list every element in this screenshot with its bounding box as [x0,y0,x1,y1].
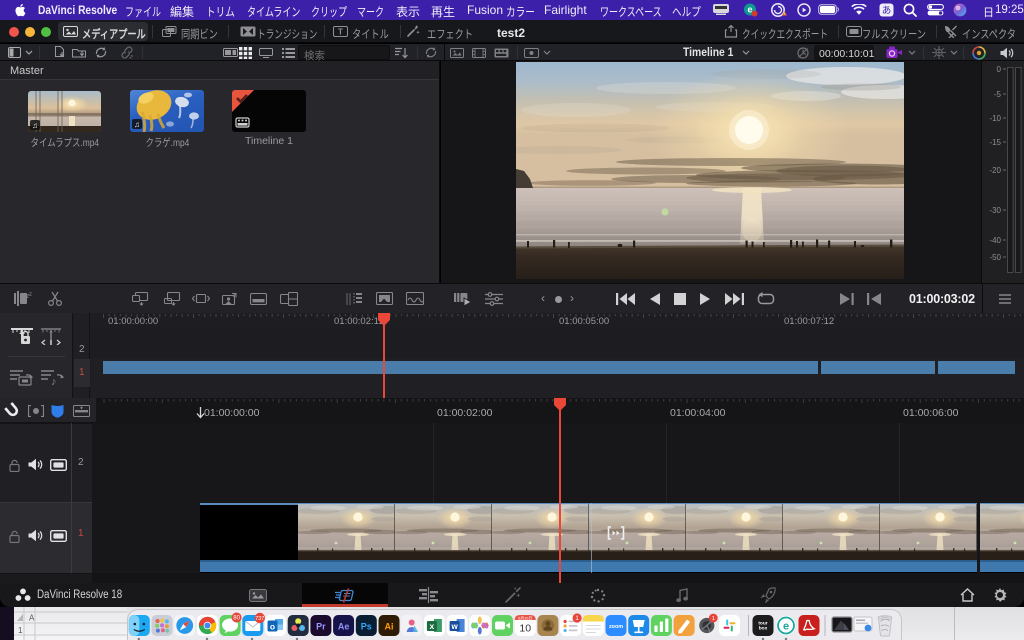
svg-text:737: 737 [255,616,264,622]
svg-text:01:00:02:00: 01:00:02:00 [437,407,493,419]
svg-text:01:00:05:00: 01:00:05:00 [559,316,609,327]
svg-text:Ai: Ai [385,622,394,632]
svg-text:!: ! [784,11,785,16]
svg-text:Pr: Pr [316,622,326,632]
svg-text:T: T [338,28,343,37]
svg-text:w: w [450,622,458,631]
svg-text:Ae: Ae [338,622,350,632]
svg-text:z: z [29,292,32,298]
svg-text:♫: ♫ [32,121,38,130]
svg-text:e: e [783,621,789,633]
svg-text:-50: -50 [989,253,1001,262]
svg-text:Ps: Ps [361,622,372,632]
svg-text:A: A [29,614,35,623]
svg-text:6月10日: 6月10日 [518,615,532,620]
svg-text:あ: あ [882,6,892,17]
svg-text:-40: -40 [989,236,1001,245]
svg-text:10: 10 [519,623,531,635]
svg-text:zoom: zoom [609,624,623,630]
svg-text:-30: -30 [989,206,1001,215]
svg-text:♫: ♫ [134,120,140,129]
svg-text:-10: -10 [989,114,1001,123]
svg-text:box: box [759,626,768,632]
svg-text:-5: -5 [994,90,1002,99]
svg-text:80: 80 [233,616,240,622]
svg-text:01:00:04:00: 01:00:04:00 [670,407,726,419]
svg-text:01:00:06:00: 01:00:06:00 [903,407,959,419]
svg-text:x: x [430,621,435,631]
svg-text:-20: -20 [989,166,1001,175]
svg-text:01:00:00:00: 01:00:00:00 [204,407,260,419]
svg-text:1: 1 [18,626,23,635]
svg-text:♪: ♪ [51,376,57,386]
svg-text:1: 1 [712,616,715,622]
svg-text:o: o [270,622,275,632]
svg-text:01:00:02:12: 01:00:02:12 [334,316,384,327]
svg-text:01:00:00:00: 01:00:00:00 [108,316,158,327]
svg-text:-15: -15 [989,138,1001,147]
svg-text:0: 0 [997,65,1002,74]
svg-text:01:00:07:12: 01:00:07:12 [784,316,834,327]
